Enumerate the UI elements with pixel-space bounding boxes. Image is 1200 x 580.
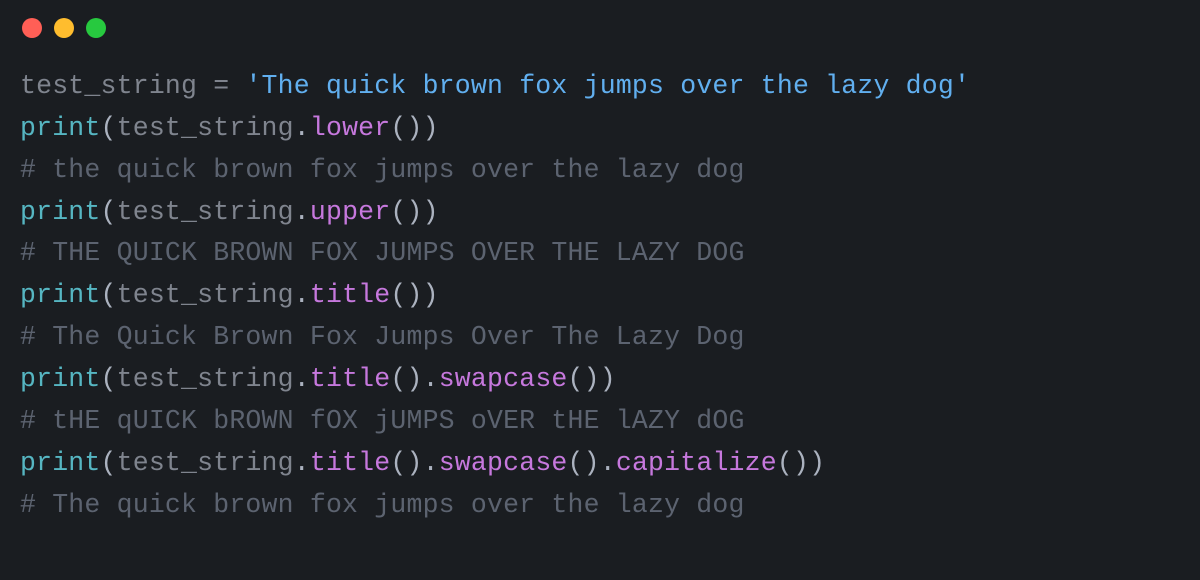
code-token: ()) <box>390 113 438 143</box>
code-token: # The Quick Brown Fox Jumps Over The Laz… <box>20 322 745 352</box>
code-token: title <box>310 280 391 310</box>
code-token: 'The quick brown fox jumps over the lazy… <box>245 71 970 101</box>
close-icon[interactable] <box>22 18 42 38</box>
code-token: test_string <box>117 448 294 478</box>
code-token: capitalize <box>616 448 777 478</box>
code-token: print <box>20 448 101 478</box>
code-token: ()) <box>568 364 616 394</box>
code-token: title <box>310 448 391 478</box>
code-token: test_string <box>117 280 294 310</box>
code-token: print <box>20 197 101 227</box>
code-editor[interactable]: test_string = 'The quick brown fox jumps… <box>0 48 1200 536</box>
code-token: print <box>20 113 101 143</box>
code-token: swapcase <box>439 448 568 478</box>
code-token: ()) <box>390 280 438 310</box>
code-line[interactable]: # The quick brown fox jumps over the laz… <box>20 485 1180 527</box>
code-token: ( <box>101 364 117 394</box>
code-token: = <box>213 71 245 101</box>
code-token: . <box>294 280 310 310</box>
code-token: . <box>294 364 310 394</box>
code-token: . <box>294 448 310 478</box>
code-line[interactable]: # tHE qUICK bROWN fOX jUMPS oVER tHE lAZ… <box>20 401 1180 443</box>
code-line[interactable]: # The Quick Brown Fox Jumps Over The Laz… <box>20 317 1180 359</box>
code-token: . <box>294 113 310 143</box>
code-token: ( <box>101 197 117 227</box>
code-token: ()) <box>390 197 438 227</box>
code-token: (). <box>390 448 438 478</box>
code-token: swapcase <box>439 364 568 394</box>
code-token: test_string <box>117 197 294 227</box>
code-token: ( <box>101 448 117 478</box>
code-line[interactable]: print(test_string.lower()) <box>20 108 1180 150</box>
titlebar <box>0 0 1200 48</box>
code-line[interactable]: print(test_string.title().swapcase()) <box>20 359 1180 401</box>
code-token: # The quick brown fox jumps over the laz… <box>20 490 745 520</box>
code-token: # the quick brown fox jumps over the laz… <box>20 155 745 185</box>
code-token: ( <box>101 113 117 143</box>
code-line[interactable]: print(test_string.upper()) <box>20 192 1180 234</box>
code-line[interactable]: # THE QUICK BROWN FOX JUMPS OVER THE LAZ… <box>20 233 1180 275</box>
code-token: test_string <box>20 71 213 101</box>
code-token: print <box>20 280 101 310</box>
code-token: upper <box>310 197 391 227</box>
code-token: ()) <box>777 448 825 478</box>
code-token: lower <box>310 113 391 143</box>
code-token: . <box>294 197 310 227</box>
code-line[interactable]: # the quick brown fox jumps over the laz… <box>20 150 1180 192</box>
code-token: test_string <box>117 113 294 143</box>
code-line[interactable]: test_string = 'The quick brown fox jumps… <box>20 66 1180 108</box>
code-token: ( <box>101 280 117 310</box>
maximize-icon[interactable] <box>86 18 106 38</box>
code-token: title <box>310 364 391 394</box>
code-line[interactable]: print(test_string.title().swapcase().cap… <box>20 443 1180 485</box>
code-token: print <box>20 364 101 394</box>
code-line[interactable]: print(test_string.title()) <box>20 275 1180 317</box>
code-token: (). <box>390 364 438 394</box>
code-token: (). <box>568 448 616 478</box>
code-token: # THE QUICK BROWN FOX JUMPS OVER THE LAZ… <box>20 238 745 268</box>
code-token: # tHE qUICK bROWN fOX jUMPS oVER tHE lAZ… <box>20 406 745 436</box>
minimize-icon[interactable] <box>54 18 74 38</box>
code-token: test_string <box>117 364 294 394</box>
